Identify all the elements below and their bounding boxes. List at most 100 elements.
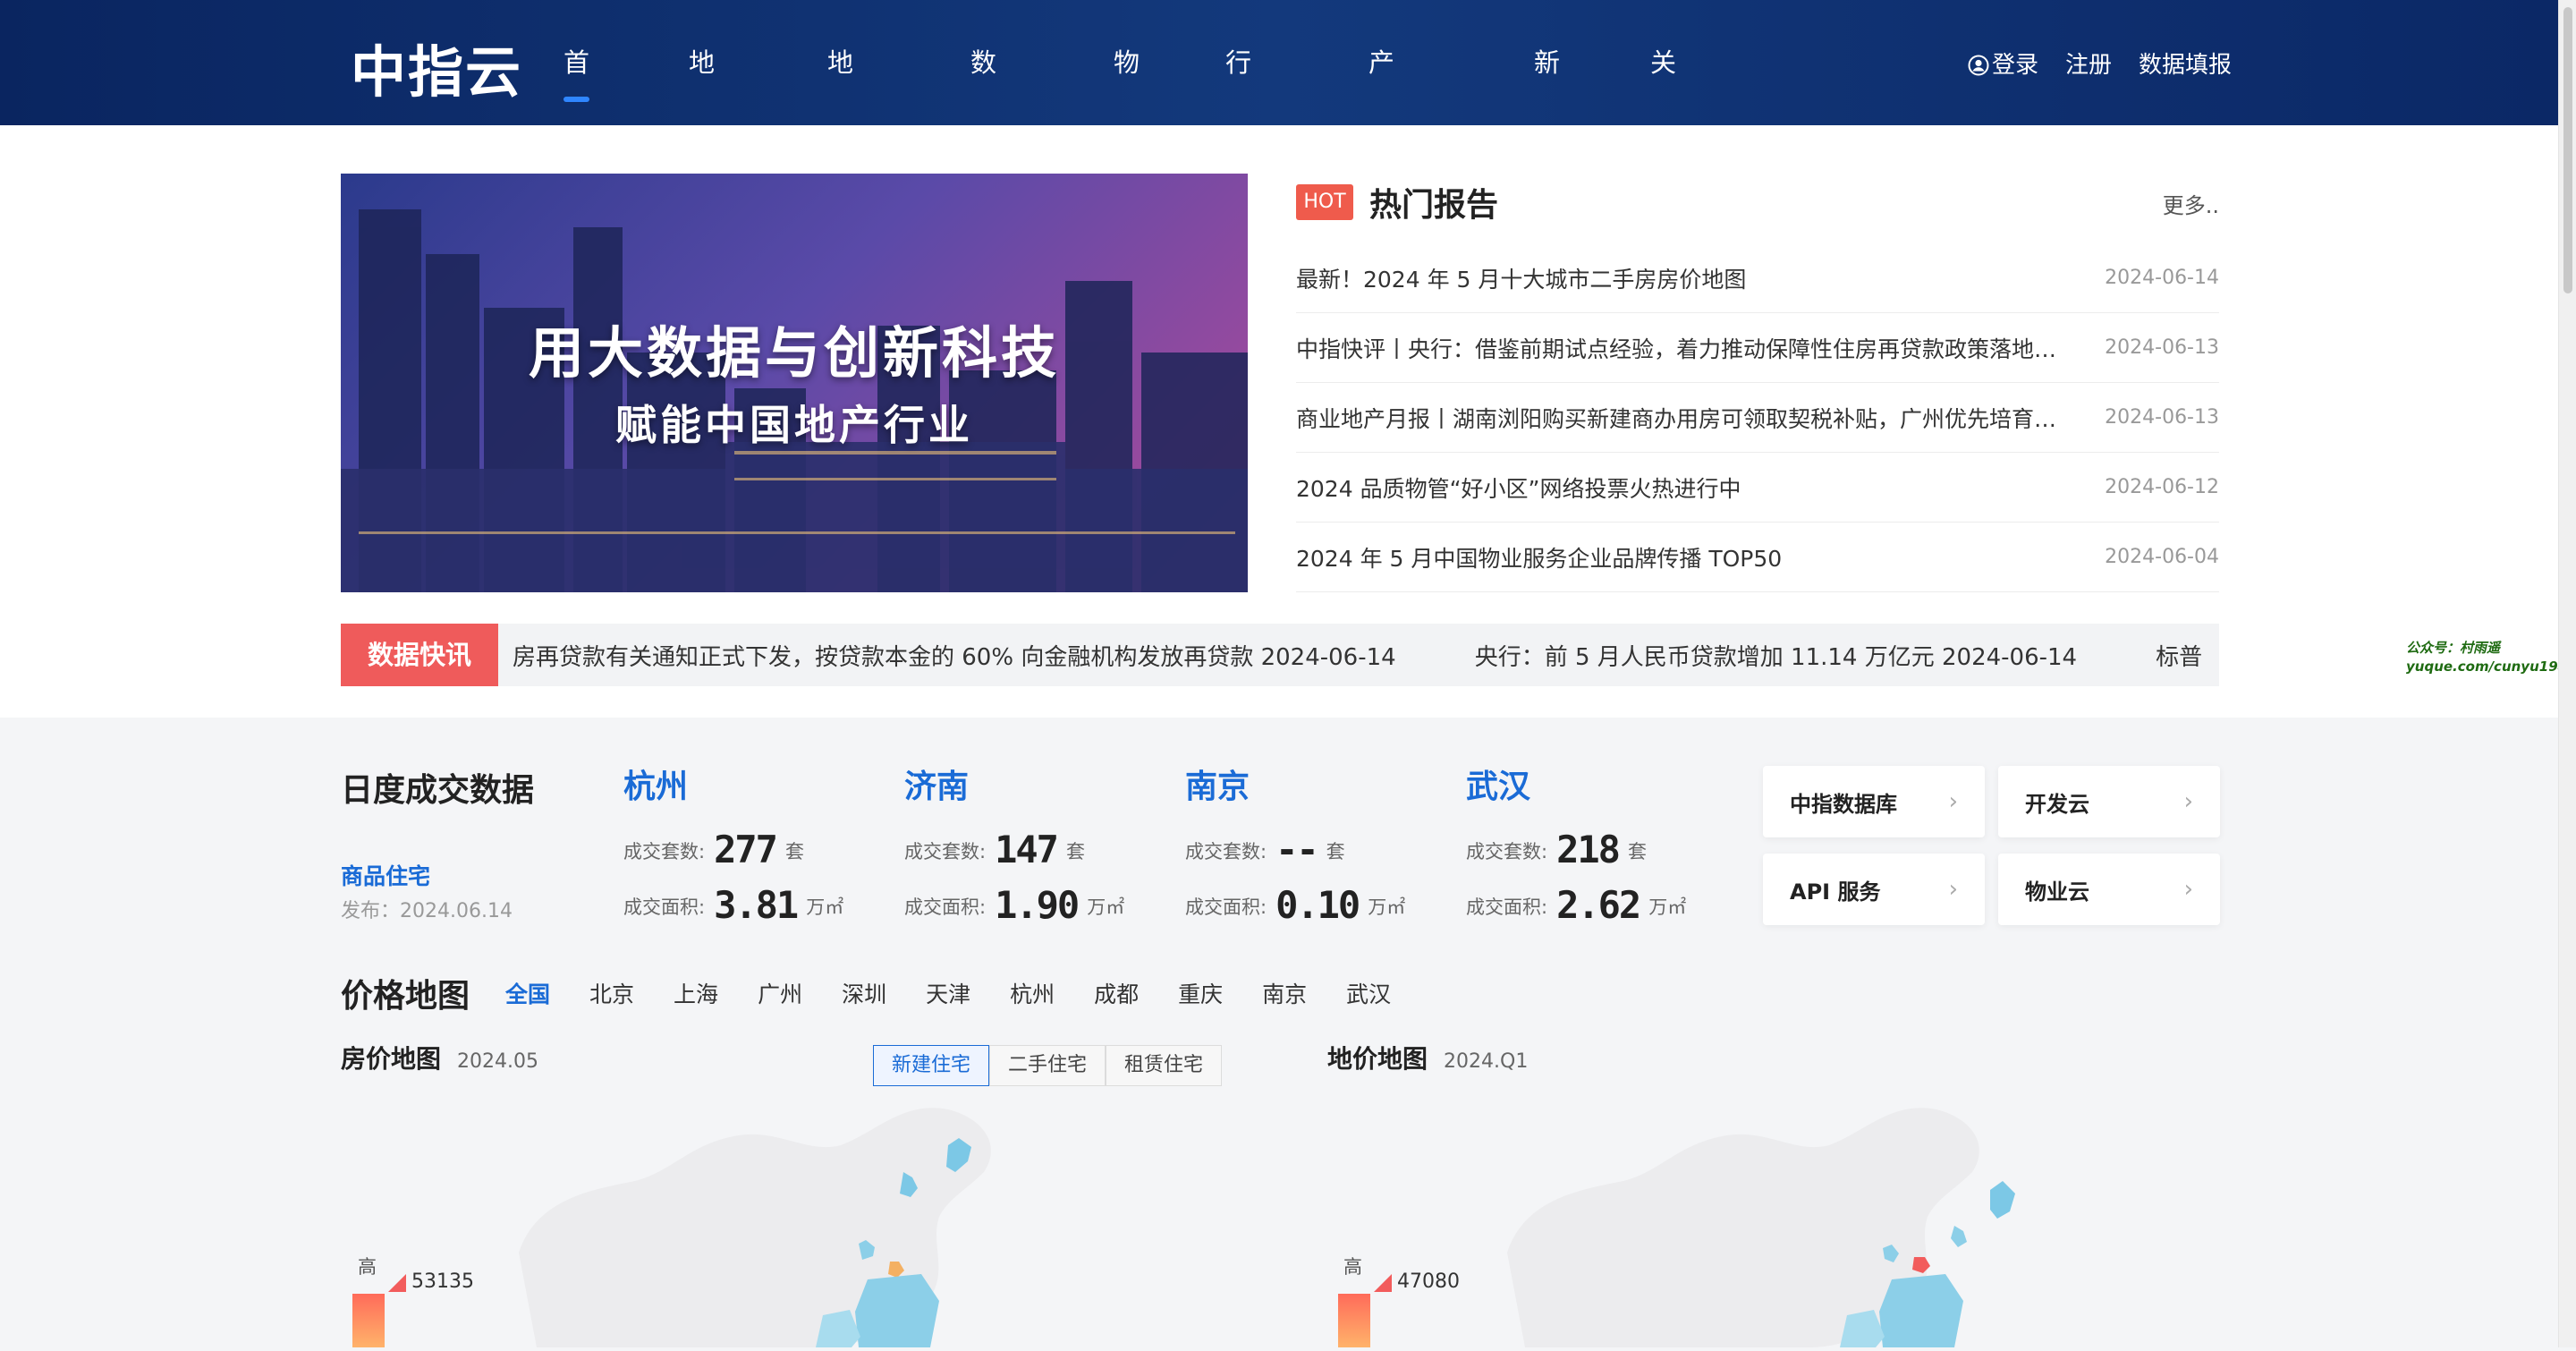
- quick-link-label: 中指数据库: [1790, 791, 1897, 817]
- nav-item-7[interactable]: 新能源: [1534, 0, 1560, 328]
- region-tab[interactable]: 全国: [505, 977, 550, 1009]
- nav-item-1[interactable]: 地产数据: [689, 0, 715, 454]
- scrollbar-thumb[interactable]: [2563, 7, 2572, 293]
- report-item[interactable]: 最新！2024 年 5 月十大城市二手房房价地图 2024-06-14: [1296, 243, 2219, 313]
- report-title: 商业地产月报丨湖南浏阳购买新建商办用房可领取契税补贴，广州优先培育建...: [1296, 405, 2065, 432]
- area-row: 成交面积: 2.62 万㎡: [1466, 875, 1734, 927]
- hot-reports-list: 最新！2024 年 5 月十大城市二手房房价地图 2024-06-14 中指快评丨央…: [1296, 243, 2219, 592]
- count-label: 成交套数:: [623, 841, 706, 862]
- housing-type-option[interactable]: 租赁住宅: [1106, 1045, 1223, 1086]
- hot-reports-title: 热门报告: [1369, 187, 1499, 224]
- nav-item-0[interactable]: 首页: [564, 0, 590, 203]
- count-unit: 套: [1627, 841, 1647, 862]
- page-scrollbar[interactable]: [2558, 0, 2576, 1347]
- house-price-map-heading: 房价地图 2024.05: [341, 1040, 538, 1075]
- area-label: 成交面积:: [904, 896, 987, 918]
- report-item[interactable]: 商业地产月报丨湖南浏阳购买新建商办用房可领取契税补贴，广州优先培育建... 202…: [1296, 383, 2219, 453]
- region-tab[interactable]: 深圳: [842, 977, 886, 1009]
- nav-item-6[interactable]: 产品与服务: [1368, 0, 1394, 579]
- quick-link[interactable]: 中指数据库 ›: [1763, 766, 1985, 837]
- housing-type-toggle: 新建住宅 二手住宅 租赁住宅: [873, 1045, 1223, 1086]
- count-row: 成交套数: 147 套: [904, 820, 1173, 871]
- land-price-legend: 高 47080: [1329, 1253, 1460, 1347]
- banner-subheadline: 赋能中国地产行业: [615, 401, 973, 449]
- area-row: 成交面积: 0.10 万㎡: [1185, 875, 1453, 927]
- report-title: 最新！2024 年 5 月十大城市二手房房价地图: [1296, 266, 1747, 293]
- ticker-item[interactable]: 央行：前 5 月人民币贷款增加 11.14 万亿元 2024-06-14: [1475, 639, 2077, 672]
- area-label: 成交面积:: [1185, 896, 1267, 918]
- count-value: --: [1275, 828, 1319, 871]
- quick-link[interactable]: 开发云 ›: [1998, 766, 2220, 837]
- data-fill-link[interactable]: 数据填报: [2139, 47, 2232, 80]
- count-label: 成交套数:: [904, 841, 987, 862]
- city-name[interactable]: 济南: [904, 760, 1173, 807]
- report-date: 2024-06-13: [2105, 406, 2219, 429]
- price-map-title: 价格地图: [341, 978, 470, 1015]
- area-label: 成交面积:: [623, 896, 706, 918]
- city-name[interactable]: 武汉: [1466, 760, 1734, 807]
- count-unit: 套: [1326, 841, 1345, 862]
- report-item[interactable]: 2024 品质物管“好小区”网络投票火热进行中 2024-06-12: [1296, 453, 2219, 523]
- daily-category-link[interactable]: 商品住宅: [341, 859, 430, 891]
- region-tab[interactable]: 成都: [1094, 977, 1139, 1009]
- report-date: 2024-06-12: [2105, 476, 2219, 498]
- area-row: 成交面积: 3.81 万㎡: [623, 875, 892, 927]
- report-title: 中指快评丨央行：借鉴前期试点经验，着力推动保障性住房再贷款政策落地见效: [1296, 336, 2065, 362]
- legend-color-bar: [1338, 1294, 1370, 1347]
- ticker-item[interactable]: 标普：如万科: [2156, 639, 2203, 672]
- region-tab[interactable]: 北京: [589, 977, 634, 1009]
- region-tab[interactable]: 天津: [926, 977, 970, 1009]
- land-price-map[interactable]: [1471, 1092, 2026, 1347]
- nav-item-3[interactable]: 数据商城: [970, 0, 996, 454]
- report-date: 2024-06-13: [2105, 336, 2219, 359]
- hero-section: 用大数据与创新科技 赋能中国地产行业 HOT 热门报告 更多.. 最新！2024…: [0, 125, 2558, 718]
- area-label: 成交面积:: [1466, 896, 1548, 918]
- nav-item-5[interactable]: 行业动态: [1225, 0, 1251, 454]
- housing-type-option[interactable]: 新建住宅: [873, 1045, 990, 1086]
- report-date: 2024-06-14: [2105, 267, 2219, 289]
- legend-color-bar: [352, 1294, 385, 1347]
- count-row: 成交套数: 277 套: [623, 820, 892, 871]
- region-tab[interactable]: 杭州: [1010, 977, 1055, 1009]
- count-unit: 套: [1065, 841, 1085, 862]
- area-value: 2.62: [1556, 883, 1641, 927]
- area-unit: 万㎡: [1368, 896, 1406, 918]
- house-price-map[interactable]: [483, 1092, 1038, 1347]
- region-tab[interactable]: 上海: [674, 977, 718, 1009]
- chevron-right-icon: ›: [1948, 788, 1958, 815]
- hero-banner[interactable]: 用大数据与创新科技 赋能中国地产行业: [341, 174, 1248, 592]
- count-label: 成交套数:: [1185, 841, 1267, 862]
- city-name[interactable]: 南京: [1185, 760, 1453, 807]
- city-name[interactable]: 杭州: [623, 760, 892, 807]
- register-link[interactable]: 注册: [2065, 47, 2112, 80]
- region-tab[interactable]: 重庆: [1178, 977, 1223, 1009]
- quick-link-label: API 服务: [1790, 879, 1881, 905]
- quick-link[interactable]: 物业云 ›: [1998, 854, 2220, 925]
- report-item[interactable]: 中指快评丨央行：借鉴前期试点经验，着力推动保障性住房再贷款政策落地见效 2024-…: [1296, 313, 2219, 383]
- count-label: 成交套数:: [1466, 841, 1548, 862]
- report-date: 2024-06-04: [2105, 546, 2219, 568]
- login-label: 登录: [1992, 51, 2039, 79]
- region-tab[interactable]: 南京: [1262, 977, 1307, 1009]
- nav-item-2[interactable]: 地产报告: [827, 0, 853, 454]
- house-price-legend: 高 53135: [343, 1253, 474, 1347]
- ticker-item[interactable]: 房再贷款有关通知正式下发，按贷款本金的 60% 向金融机构发放再贷款 2024-…: [513, 639, 1396, 672]
- land-price-map-heading: 地价地图 2024.Q1: [1327, 1040, 1528, 1075]
- count-value: 147: [995, 828, 1059, 871]
- more-reports-link[interactable]: 更多..: [2163, 188, 2219, 219]
- site-logo[interactable]: 中指云: [351, 27, 522, 107]
- report-item[interactable]: 2024 年 5 月中国物业服务企业品牌传播 TOP50 2024-06-04: [1296, 523, 2219, 592]
- area-unit: 万㎡: [1087, 896, 1125, 918]
- land-price-map-date: 2024.Q1: [1444, 1050, 1529, 1073]
- housing-type-option[interactable]: 二手住宅: [989, 1045, 1106, 1086]
- login-link[interactable]: 登录: [1968, 47, 2038, 80]
- region-tab[interactable]: 广州: [758, 977, 802, 1009]
- quick-link[interactable]: API 服务 ›: [1763, 854, 1985, 925]
- nav-item-8[interactable]: 关于我们: [1650, 0, 1676, 454]
- house-price-map-date: 2024.05: [457, 1050, 538, 1073]
- nav-item-4[interactable]: 物业云: [1114, 0, 1140, 328]
- region-tab[interactable]: 武汉: [1346, 977, 1391, 1009]
- ticker-items: 房再贷款有关通知正式下发，按贷款本金的 60% 向金融机构发放再贷款 2024-…: [513, 624, 2203, 686]
- area-value: 1.90: [995, 883, 1080, 927]
- chevron-right-icon: ›: [2183, 788, 2193, 815]
